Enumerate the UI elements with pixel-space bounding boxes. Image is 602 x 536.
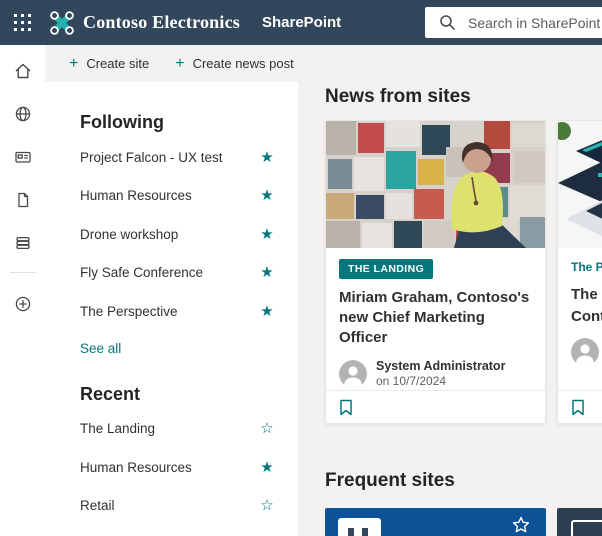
person-icon [339, 359, 367, 388]
main-content: News from sites THE LANDING Miriam Graha… [298, 82, 602, 536]
sidebar-item-project-falcon[interactable]: Project Falcon - UX test ★ [80, 138, 276, 177]
sidebar-item-the-perspective[interactable]: The Perspective ★ [80, 292, 276, 331]
logo-mark [348, 528, 354, 536]
card-body: THE LANDING Miriam Graham, Contoso's new… [326, 248, 545, 389]
brand-logo-link[interactable]: Contoso Electronics [49, 10, 240, 36]
rail-divider [9, 272, 36, 273]
frequent-tiles-row [325, 508, 602, 536]
news-card-miriam-graham[interactable]: THE LANDING Miriam Graham, Contoso's new… [325, 120, 546, 424]
news-title-line2: Conto [571, 308, 602, 325]
avatar [571, 338, 599, 366]
site-label: The Perspective [80, 303, 178, 319]
star-outline-icon[interactable]: ☆ [258, 421, 276, 436]
following-list: Project Falcon - UX test ★ Human Resourc… [80, 138, 276, 331]
card-footer [326, 390, 545, 423]
site-label: Human Resources [80, 188, 192, 204]
command-bar: + Create site + Create news post [45, 45, 602, 82]
site-label: The Landing [80, 421, 156, 437]
star-filled-icon[interactable]: ★ [258, 304, 276, 319]
brand-name: Contoso Electronics [83, 12, 240, 32]
site-label: Human Resources [80, 459, 192, 475]
globe-icon[interactable] [1, 92, 45, 135]
sidebar-item-human-resources[interactable]: Human Resources ★ [80, 177, 276, 216]
site-label: Fly Safe Conference [80, 265, 204, 281]
news-cards-row: THE LANDING Miriam Graham, Contoso's new… [325, 120, 602, 424]
star-filled-icon[interactable]: ★ [258, 460, 276, 475]
library-icon[interactable] [1, 221, 45, 264]
site-label: Drone workshop [80, 226, 179, 242]
left-rail [0, 45, 45, 536]
search-icon [440, 15, 455, 30]
product-name: SharePoint [261, 14, 342, 31]
card-body: The Pe The in Conto [558, 248, 602, 366]
news-title[interactable]: Miriam Graham, Contoso's new Chief Marke… [339, 288, 532, 348]
news-icon[interactable] [1, 135, 45, 178]
site-badge[interactable]: THE LANDING [339, 259, 434, 279]
sidebar: Following Project Falcon - UX test ★ Hum… [45, 82, 298, 536]
post-date: on 10/7/2024 [376, 374, 447, 388]
create-site-label: Create site [86, 56, 150, 71]
topbar: Contoso Electronics SharePoint [0, 0, 602, 45]
home-icon[interactable] [1, 49, 45, 92]
waffle-grid-icon [13, 13, 31, 31]
person-icon [571, 338, 599, 366]
news-image-collage-portrait [326, 121, 545, 248]
news-title-line1: The in [571, 286, 602, 303]
news-image-devices [558, 121, 602, 248]
author-block: System Administrator on 10/7/2024 [376, 358, 505, 389]
author-name: System Administrator [376, 359, 506, 373]
news-title[interactable]: The in Conto [571, 284, 602, 328]
news-card-perspective[interactable]: The Pe The in Conto [557, 120, 602, 424]
frequent-section-heading: Frequent sites [325, 470, 455, 491]
star-filled-icon[interactable]: ★ [258, 188, 276, 203]
sidebar-item-drone-workshop[interactable]: Drone workshop ★ [80, 215, 276, 254]
sidebar-item-the-landing[interactable]: The Landing ☆ [80, 410, 276, 449]
drone-logo-icon [50, 10, 74, 35]
star-outline-icon[interactable]: ☆ [258, 498, 276, 513]
author-row [571, 338, 602, 366]
search-input[interactable] [468, 14, 602, 31]
star-filled-icon[interactable]: ★ [258, 265, 276, 280]
plus-icon: + [69, 54, 79, 72]
frequent-site-tile-1[interactable] [325, 508, 546, 536]
logo-mark [362, 528, 368, 536]
star-filled-icon[interactable]: ★ [258, 227, 276, 242]
card-footer [558, 390, 602, 423]
avatar [339, 359, 367, 388]
bookmark-icon[interactable] [339, 399, 353, 416]
frequent-site-tile-2[interactable] [557, 508, 602, 536]
sidebar-item-retail[interactable]: Retail ☆ [80, 487, 276, 526]
search-box[interactable] [425, 7, 602, 38]
app-launcher-waffle-icon[interactable] [0, 0, 45, 45]
plus-icon: + [175, 54, 185, 72]
create-news-post-label: Create news post [192, 56, 294, 71]
recent-heading: Recent [80, 383, 141, 404]
bookmark-icon[interactable] [571, 399, 585, 416]
following-heading: Following [80, 112, 164, 132]
add-site-plus-icon[interactable] [1, 282, 45, 325]
site-logo-outline [571, 520, 602, 536]
site-logo [338, 518, 381, 536]
site-label: Retail [80, 498, 115, 514]
site-link[interactable]: The Pe [571, 260, 602, 274]
create-site-button[interactable]: + Create site [69, 54, 150, 72]
recent-list: The Landing ☆ Human Resources ★ Retail ☆ [80, 410, 276, 526]
news-section-heading: News from sites [325, 86, 471, 107]
site-label: Project Falcon - UX test [80, 149, 223, 165]
author-row: System Administrator on 10/7/2024 [339, 358, 532, 389]
sidebar-item-fly-safe-conference[interactable]: Fly Safe Conference ★ [80, 254, 276, 293]
see-all-link[interactable]: See all [80, 341, 121, 356]
sidebar-item-human-resources-recent[interactable]: Human Resources ★ [80, 448, 276, 487]
document-icon[interactable] [1, 178, 45, 221]
create-news-post-button[interactable]: + Create news post [175, 54, 294, 72]
star-filled-icon[interactable]: ★ [258, 150, 276, 165]
star-outline-icon[interactable] [512, 516, 530, 536]
